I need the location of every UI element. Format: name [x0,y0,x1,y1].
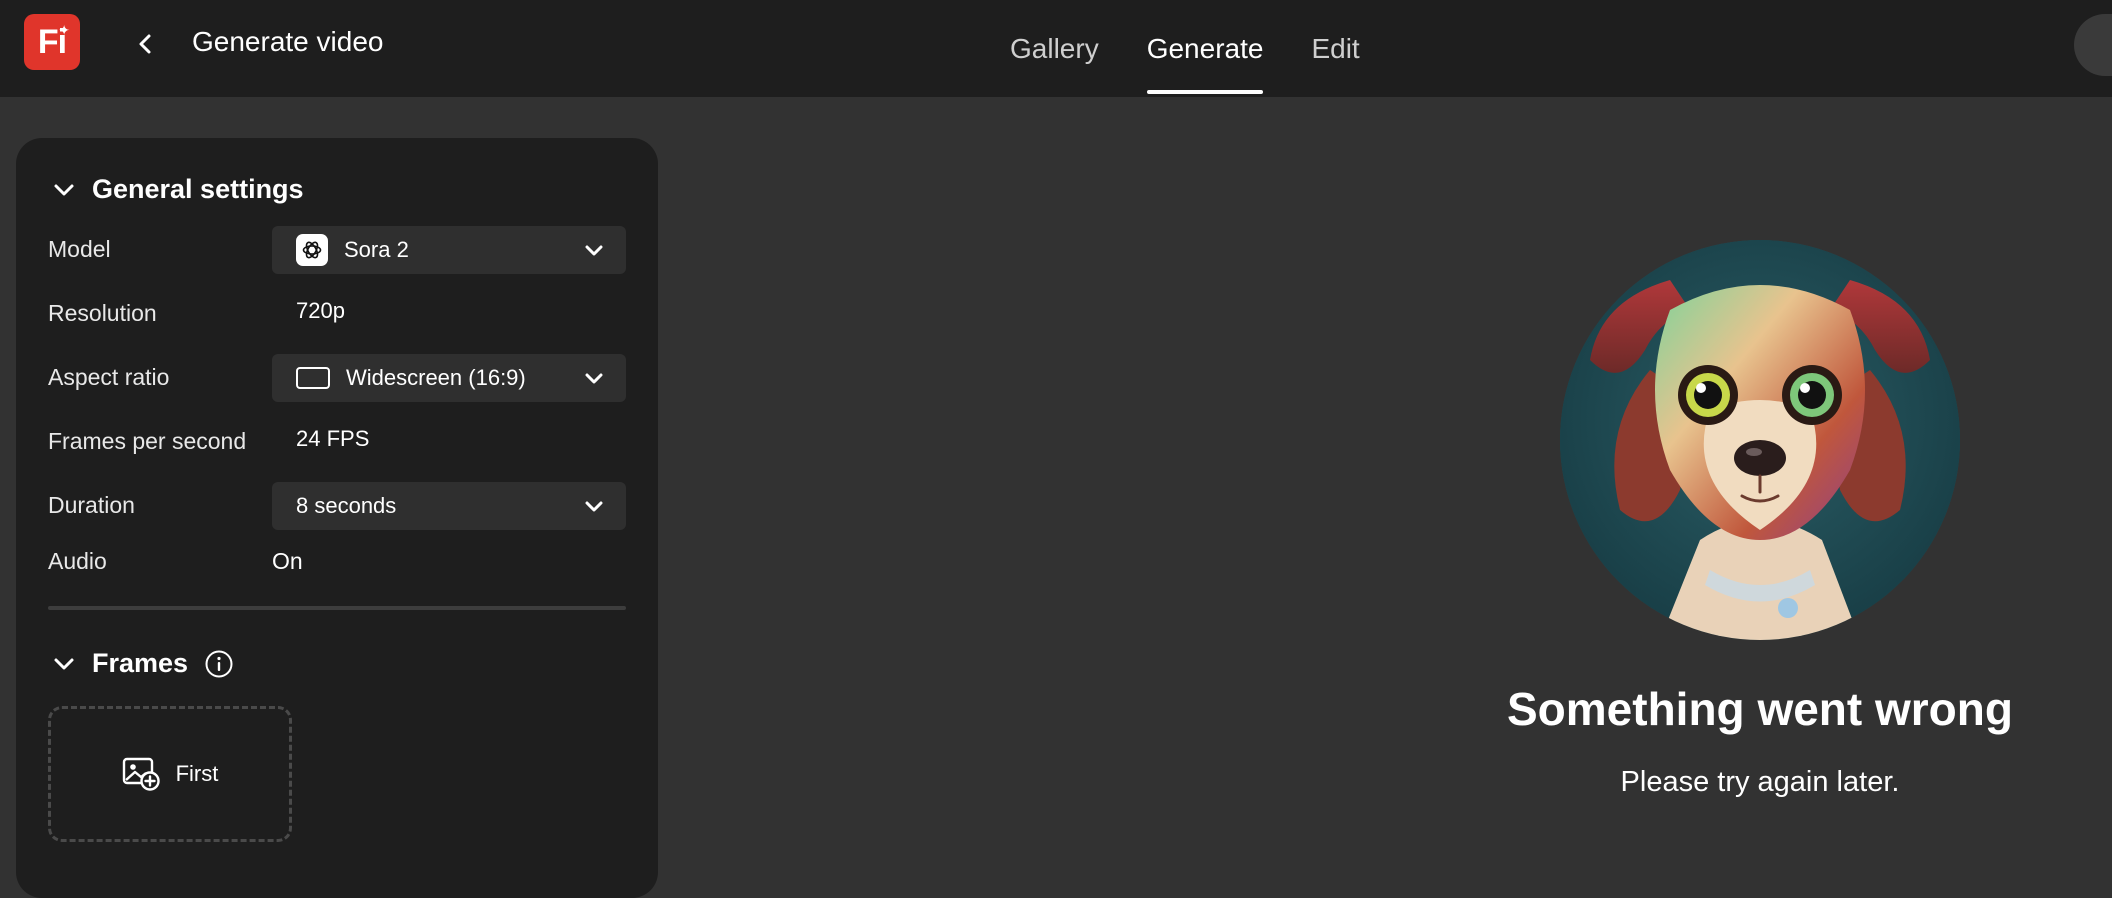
main-tabs: Gallery Generate Edit [1010,0,1408,97]
user-avatar-button[interactable] [2074,14,2112,76]
model-label: Model [48,236,111,262]
model-value: Sora 2 [344,237,409,262]
back-button[interactable] [126,24,166,64]
frames-header[interactable]: Frames [50,648,234,679]
duration-value: 8 seconds [296,493,397,518]
tab-generate[interactable]: Generate [1146,0,1263,97]
general-settings-title: General settings [92,174,304,204]
chevron-down-icon [54,658,74,669]
tab-edit[interactable]: Edit [1311,0,1359,97]
first-frame-upload[interactable]: First [48,706,292,842]
fps-value: 24 FPS [296,426,370,451]
first-frame-label: First [175,761,219,786]
general-settings-header[interactable]: General settings [50,174,304,205]
openai-model-icon [296,234,328,266]
duration-label: Duration [48,492,135,518]
aspect-ratio-label: Aspect ratio [48,364,170,390]
app-logo[interactable]: Fi ✦ [24,14,80,70]
resolution-label: Resolution [48,300,157,326]
resolution-value: 720p [296,298,345,323]
aspect-ratio-value: Widescreen (16:9) [346,365,526,390]
page-title: Generate video [192,26,384,57]
chevron-down-icon [585,245,603,256]
add-image-icon [122,757,160,791]
audio-label: Audio [48,548,107,574]
error-message: Please try again later. [1620,766,1900,798]
error-state: Something went wrong Please try again la… [1490,240,2030,799]
chevron-down-icon [585,373,603,384]
aspect-ratio-select[interactable]: Widescreen (16:9) [272,354,626,402]
top-bar: Fi ✦ Generate video Gallery Generate Edi… [0,0,2112,97]
tab-gallery[interactable]: Gallery [1010,0,1099,97]
logo-spark-icon: ✦ [58,22,70,38]
info-icon[interactable] [204,649,234,679]
dog-illustration [1560,240,1960,640]
chevron-down-icon [54,184,74,195]
audio-value[interactable]: On [272,548,303,575]
duration-select[interactable]: 8 seconds [272,482,626,530]
frames-title: Frames [92,648,189,678]
model-select[interactable]: Sora 2 [272,226,626,274]
chevron-down-icon [585,501,603,512]
settings-panel: General settings Model Sora 2 Resolution… [16,138,658,898]
error-title: Something went wrong [1507,683,2013,735]
section-divider [48,606,626,610]
chevron-left-icon [139,34,151,54]
fps-label: Frames per second [48,428,247,454]
widescreen-icon [296,367,330,389]
